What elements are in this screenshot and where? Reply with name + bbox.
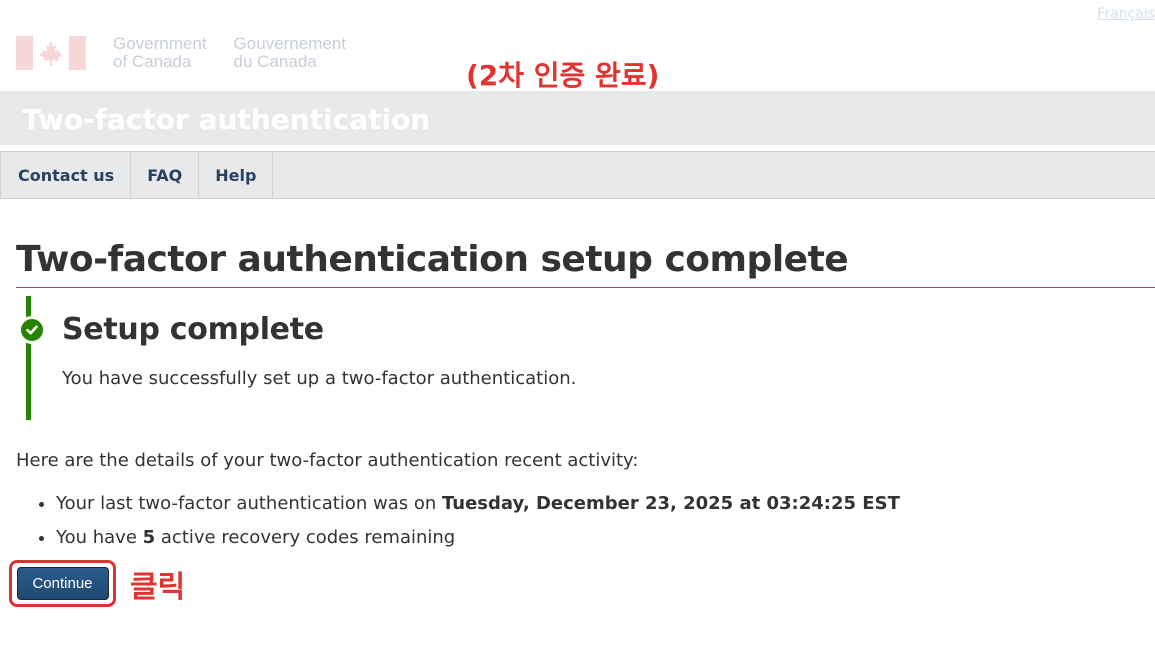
- success-alert: Setup complete You have successfully set…: [18, 296, 726, 420]
- alert-message: You have successfully set up a two-facto…: [62, 368, 577, 389]
- recovery-codes-count: 5: [142, 527, 156, 548]
- signature-fr-line2: du Canada: [233, 52, 317, 71]
- app-banner: Two-factor authentication: [0, 91, 1155, 145]
- alert-heading: Setup complete: [62, 312, 324, 347]
- checkmark-icon: [26, 325, 38, 335]
- main-menu: Contact us FAQ Help: [0, 151, 1155, 199]
- signature-french: Gouvernement du Canada: [234, 35, 346, 71]
- last-auth-datetime: Tuesday, December 23, 2025 at 03:24:25 E…: [441, 493, 900, 514]
- list-item-last-auth: Your last two-factor authentication was …: [56, 492, 900, 516]
- signature-fr-line1: Gouvernement: [233, 34, 346, 53]
- codes-prefix: You have: [56, 527, 143, 548]
- menu-item-faq[interactable]: FAQ: [131, 152, 200, 198]
- page-title: Two-factor authentication setup complete: [16, 239, 849, 280]
- menu-item-help[interactable]: Help: [199, 152, 274, 198]
- activity-details-list: Your last two-factor authentication was …: [16, 492, 900, 560]
- last-auth-prefix: Your last two-factor authentication was …: [56, 493, 442, 514]
- app-title: Two-factor authentication: [22, 103, 431, 136]
- signature-en-line2: of Canada: [113, 52, 192, 71]
- annotation-click: 클릭: [130, 570, 186, 605]
- signature-english: Government of Canada: [113, 35, 207, 71]
- signature-en-line1: Government: [113, 34, 207, 53]
- activity-intro: Here are the details of your two-factor …: [16, 450, 639, 471]
- language-toggle-link[interactable]: Français: [1097, 6, 1155, 22]
- check-circle-icon: [18, 316, 46, 344]
- continue-highlight-box: Continue: [9, 560, 116, 607]
- menu-item-contact-us[interactable]: Contact us: [0, 152, 132, 198]
- annotation-setup-complete: (2차 인증 완료): [466, 59, 660, 92]
- list-item-recovery-codes: You have 5 active recovery codes remaini…: [56, 526, 900, 550]
- continue-button[interactable]: Continue: [16, 567, 109, 600]
- codes-suffix: active recovery codes remaining: [155, 527, 456, 548]
- canada-flag-logo: [16, 36, 86, 70]
- maple-leaf-icon: [39, 41, 63, 66]
- alert-accent-bar: [26, 296, 31, 420]
- title-underline: [16, 287, 1155, 288]
- government-signature: Government of Canada Gouvernement du Can…: [16, 35, 346, 71]
